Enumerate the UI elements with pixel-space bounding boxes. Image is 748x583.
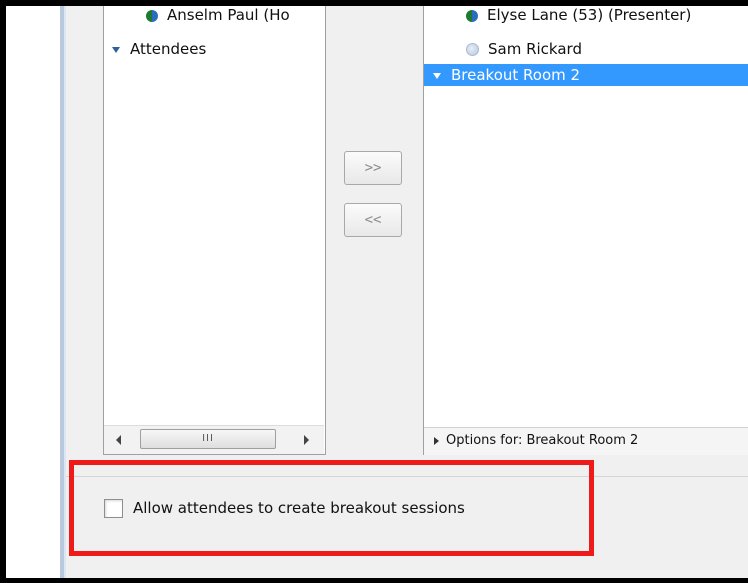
attendee-list-panel[interactable]: Anselm Paul (Ho Attendees bbox=[103, 6, 326, 455]
highlight-box bbox=[69, 460, 594, 556]
scrollbar-thumb[interactable]: III bbox=[140, 429, 276, 449]
frame-bottom bbox=[0, 578, 748, 583]
tree-item-label: Breakout Room 2 bbox=[451, 66, 581, 84]
tree-item-label: Anselm Paul (Ho bbox=[167, 6, 290, 24]
scrollbar-grip: III bbox=[202, 433, 214, 444]
move-to-room-button[interactable]: >> bbox=[344, 151, 402, 185]
frame-top bbox=[0, 0, 748, 6]
frame-left bbox=[0, 0, 6, 583]
breakout-rooms-panel[interactable]: Elyse Lane (53) (Presenter) Sam Rickard … bbox=[423, 6, 748, 455]
tree-item-elyse[interactable]: Elyse Lane (53) (Presenter) bbox=[466, 4, 691, 26]
move-from-room-button[interactable]: << bbox=[344, 203, 402, 237]
scroll-left-arrow-icon[interactable] bbox=[116, 435, 121, 445]
tree-item-host[interactable]: Anselm Paul (Ho bbox=[146, 4, 290, 26]
tree-item-label: Elyse Lane (53) (Presenter) bbox=[487, 6, 692, 24]
collapse-arrow-icon[interactable] bbox=[112, 46, 120, 53]
options-label: Options for: Breakout Room 2 bbox=[446, 433, 639, 448]
presenter-status-icon bbox=[466, 9, 478, 22]
expand-arrow-icon[interactable] bbox=[434, 436, 439, 445]
presenter-status-icon bbox=[146, 9, 158, 22]
horizontal-scrollbar[interactable]: III bbox=[104, 425, 324, 454]
tree-item-label: Sam Rickard bbox=[488, 40, 582, 58]
window-border-inner bbox=[64, 6, 66, 578]
idle-status-icon bbox=[466, 43, 479, 56]
room-options-expander[interactable]: Options for: Breakout Room 2 bbox=[424, 427, 748, 455]
scroll-right-arrow-icon[interactable] bbox=[304, 435, 309, 445]
tree-item-sam[interactable]: Sam Rickard bbox=[466, 38, 582, 60]
tree-item-breakout-room-2[interactable]: Breakout Room 2 bbox=[424, 64, 748, 86]
collapse-arrow-icon[interactable] bbox=[433, 72, 441, 79]
tree-item-attendees[interactable]: Attendees bbox=[112, 38, 206, 60]
tree-item-label: Attendees bbox=[130, 40, 207, 58]
